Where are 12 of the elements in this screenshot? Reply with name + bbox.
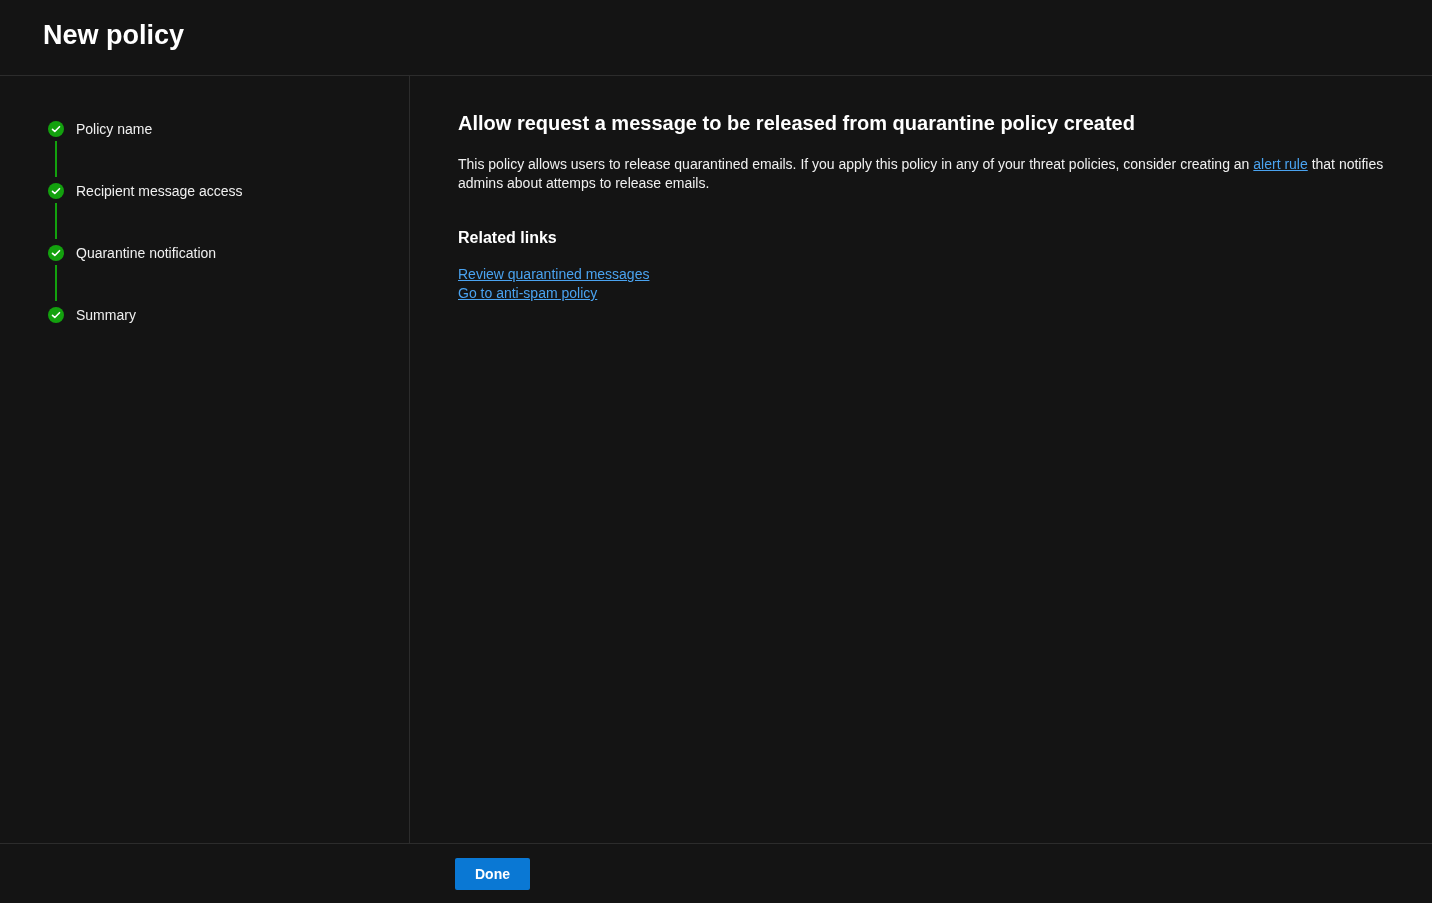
panel-title: New policy: [43, 20, 185, 51]
related-link[interactable]: Review quarantined messages: [458, 265, 650, 284]
step-label[interactable]: Summary: [76, 305, 136, 325]
related-links-heading: Related links: [458, 229, 558, 247]
description-text: This policy allows users to release quarantined emails. If you apply this policy in any of your threat policies, consider creating an alert rule that notifies admins about attemps to release emails.: [458, 155, 1385, 193]
done-button[interactable]: Done: [455, 857, 530, 890]
step-label[interactable]: Quarantine notification: [76, 243, 217, 305]
related-link[interactable]: Go to anti-spam policy: [458, 284, 598, 303]
step-label[interactable]: Recipient message access: [76, 181, 243, 243]
step-label[interactable]: Policy name: [76, 119, 153, 181]
section-heading: Allow request a message to be released from quarantine policy created: [458, 112, 1136, 135]
alert-rule-link[interactable]: alert rule: [1253, 156, 1308, 172]
